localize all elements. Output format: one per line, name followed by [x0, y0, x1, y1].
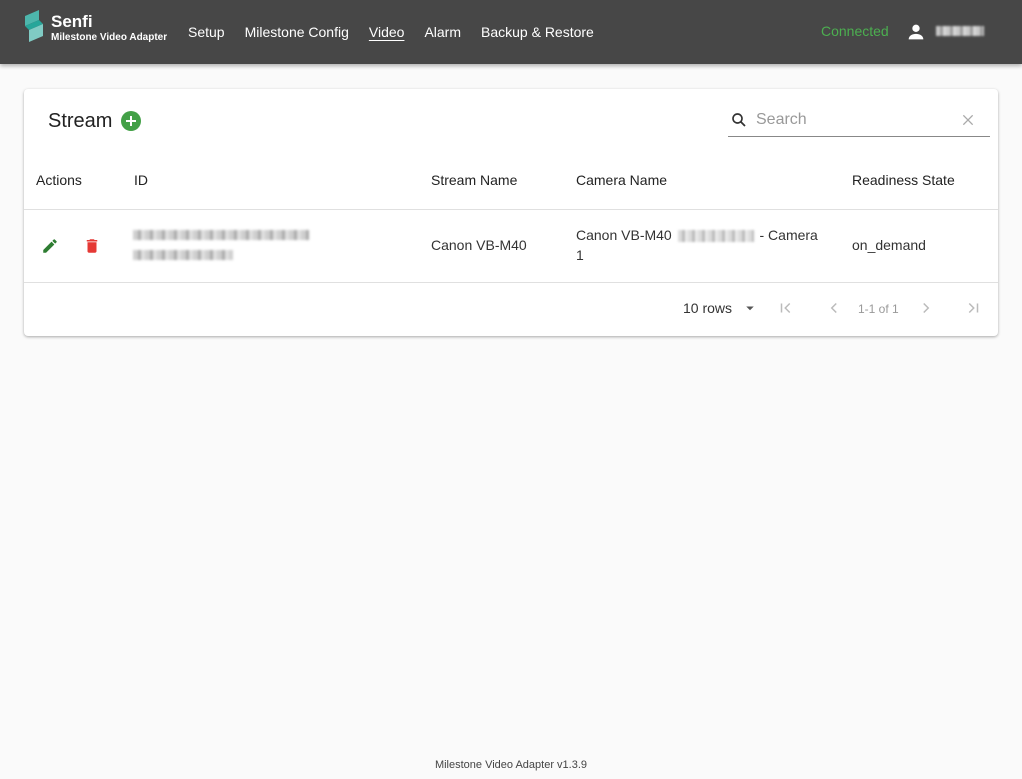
user-icon[interactable]: [905, 21, 927, 43]
clear-icon[interactable]: [960, 112, 976, 128]
column-header-readiness-state[interactable]: Readiness State: [852, 172, 955, 188]
search-icon: [732, 113, 746, 127]
page-title: Stream: [48, 110, 113, 132]
edit-icon[interactable]: [41, 237, 59, 255]
rows-per-page-select[interactable]: 10 rows: [683, 300, 732, 316]
delete-icon[interactable]: [83, 236, 101, 256]
stream-id-redacted-line2: [133, 250, 233, 260]
column-header-actions: Actions: [36, 172, 82, 188]
page-range: 1-1 of 1: [858, 302, 899, 316]
previous-page-icon[interactable]: [825, 299, 843, 317]
brand-name: Senfi: [51, 12, 93, 31]
search-box: [728, 108, 990, 137]
nav-backup-restore[interactable]: Backup & Restore: [481, 24, 594, 40]
connection-status: Connected: [821, 23, 889, 39]
row-divider: [24, 282, 998, 283]
next-page-icon[interactable]: [917, 299, 935, 317]
senfi-logo-icon: [25, 10, 43, 42]
top-app-bar: Senfi Milestone Video Adapter Setup Mile…: [0, 0, 1022, 64]
nav-video[interactable]: Video: [369, 24, 405, 40]
nav-milestone-config[interactable]: Milestone Config: [245, 24, 349, 40]
camera-name-prefix: Canon VB-M40: [576, 227, 672, 243]
search-input[interactable]: [756, 109, 956, 131]
nav-setup[interactable]: Setup: [188, 24, 225, 40]
stream-card: Stream Actions ID Stream Name Camera Nam…: [24, 89, 998, 336]
add-stream-button[interactable]: [121, 111, 141, 131]
column-header-camera-name[interactable]: Camera Name: [576, 172, 667, 188]
stream-name-cell: Canon VB-M40: [431, 237, 527, 253]
nav-alarm[interactable]: Alarm: [424, 24, 461, 40]
last-page-icon[interactable]: [964, 299, 982, 317]
camera-name-cell: Canon VB-M40 - Camera 1: [576, 225, 821, 265]
logo[interactable]: Senfi Milestone Video Adapter: [22, 10, 167, 46]
chevron-down-icon[interactable]: [741, 299, 759, 317]
user-name-redacted[interactable]: [936, 26, 984, 36]
readiness-state-cell: on_demand: [852, 237, 926, 253]
main-nav: Setup Milestone Config Video Alarm Backu…: [188, 0, 614, 64]
footer-version: Milestone Video Adapter v1.3.9: [434, 759, 588, 771]
stream-id-redacted: [133, 230, 309, 240]
brand-subtitle: Milestone Video Adapter: [51, 32, 168, 43]
column-header-stream-name[interactable]: Stream Name: [431, 172, 517, 188]
first-page-icon[interactable]: [777, 299, 795, 317]
camera-ip-redacted: [677, 230, 754, 243]
header-divider: [24, 209, 998, 210]
column-header-id[interactable]: ID: [134, 172, 148, 188]
